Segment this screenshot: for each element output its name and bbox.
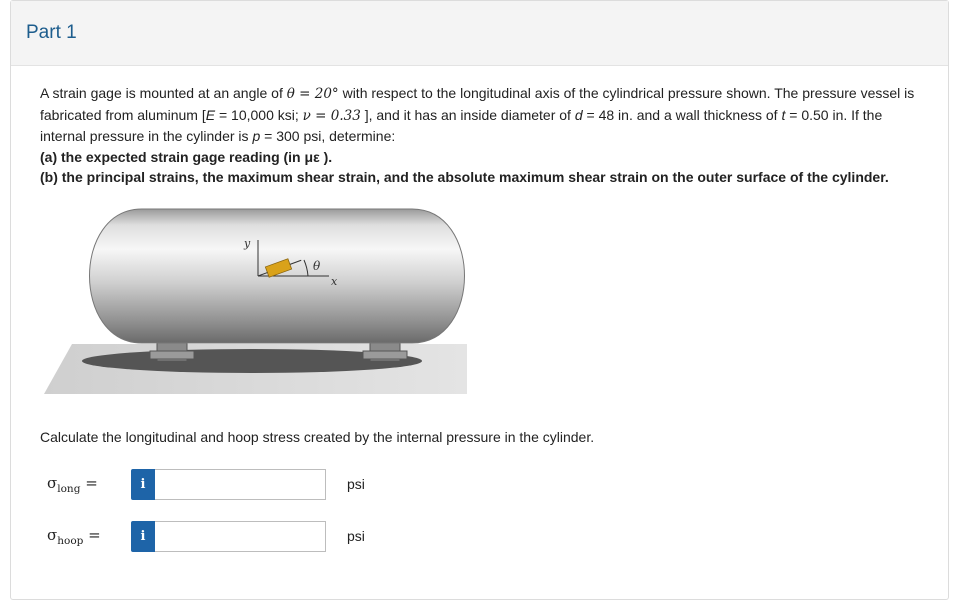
y-axis-label: y (243, 237, 251, 250)
problem-card: Part 1 A strain gage is mounted at an an… (10, 0, 949, 600)
card-header (11, 1, 948, 66)
sigma-long-subscript: long (57, 483, 81, 495)
info-button[interactable]: i (131, 469, 155, 500)
problem-text-5: = 48 in. and a wall thickness of (582, 106, 782, 123)
theta-value: θ = 20° (286, 86, 339, 102)
equals-sign: = (80, 474, 98, 492)
equals-sign: = (83, 526, 101, 544)
part-title: Part 1 (26, 22, 77, 43)
sigma-hoop-unit: psi (347, 528, 365, 544)
sigma-hoop-label: σhoop = (47, 526, 101, 547)
problem-text-3: = 10,000 ksi; (215, 106, 303, 123)
theta-label: θ (313, 259, 321, 273)
instruction-text: Calculate the longitudinal and hoop stre… (40, 429, 595, 445)
sigma-long-label: σlong = (47, 474, 98, 495)
sigma-hoop-input[interactable] (155, 521, 326, 552)
x-axis-label: x (331, 275, 338, 288)
sigma-hoop-subscript: hoop (57, 535, 84, 547)
problem-text-7: = 300 psi, determine: (260, 128, 396, 144)
sigma-symbol: σ (47, 474, 58, 492)
problem-statement: A strain gage is mounted at an angle of … (40, 83, 920, 188)
problem-text-4: ], and it has an inside diameter of (360, 106, 575, 123)
problem-text-1: A strain gage is mounted at an angle of (40, 85, 287, 101)
d-symbol: d (574, 106, 583, 123)
part-b-text: (b) the principal strains, the maximum s… (40, 169, 889, 185)
pressure-vessel-figure: y x θ (44, 208, 467, 394)
sigma-symbol: σ (47, 526, 58, 544)
part-a-text: (a) the expected strain gage reading (in… (40, 148, 333, 165)
e-symbol: E (205, 106, 216, 123)
sigma-long-input[interactable] (155, 469, 326, 500)
left-support-base (149, 350, 195, 360)
right-support-base (362, 350, 408, 360)
sigma-long-unit: psi (347, 476, 365, 492)
problem-text: A strain gage is mounted at an angle of … (40, 83, 920, 147)
info-button[interactable]: i (131, 521, 155, 552)
nu-value: ν = 0.33 (302, 107, 361, 124)
